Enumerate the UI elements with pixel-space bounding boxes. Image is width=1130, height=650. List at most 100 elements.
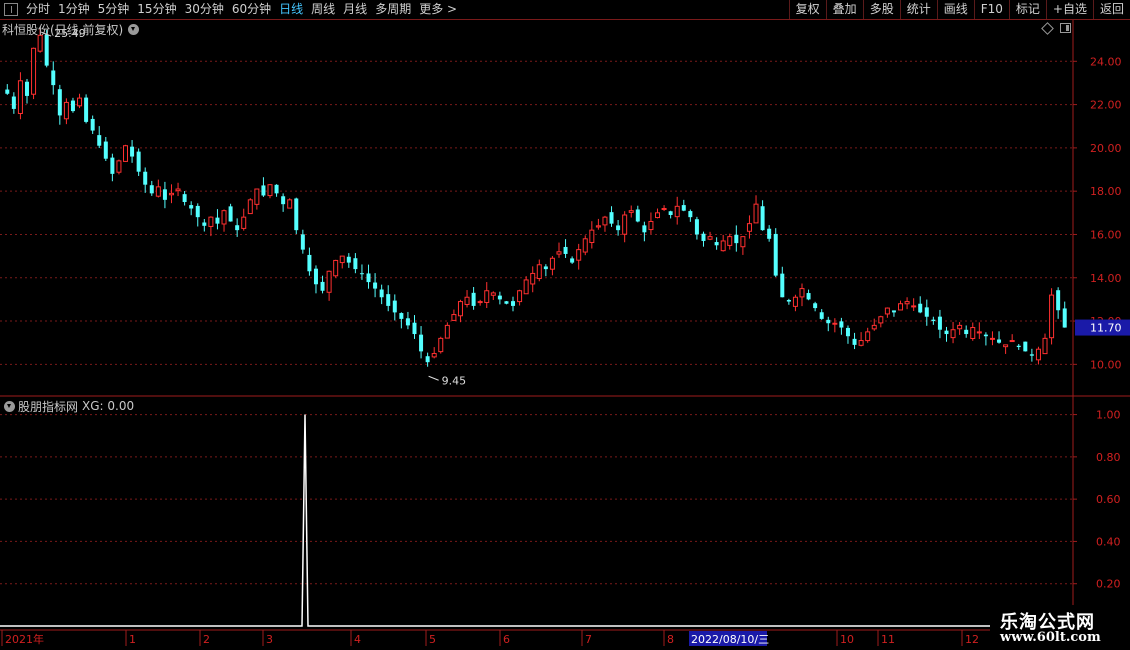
candle-body (767, 228, 772, 239)
candle-body (235, 225, 240, 231)
toolbar-button[interactable]: 统计 (899, 0, 937, 19)
candle-body (300, 234, 305, 250)
candle-body (241, 216, 247, 229)
indicator-tick-label: 1.00 (1096, 409, 1121, 422)
period-tab[interactable]: 日线 (275, 0, 307, 19)
period-tab[interactable]: 周线 (307, 0, 339, 19)
candle-body (123, 145, 129, 162)
candle-body (760, 206, 765, 231)
candle-body (852, 338, 857, 345)
candle-body (281, 196, 286, 205)
time-tick-label: 10 (840, 633, 854, 646)
candle-body (1003, 344, 1009, 348)
candle-body (570, 258, 575, 263)
candle-body (254, 188, 260, 205)
toolbar-button[interactable]: 复权 (788, 0, 826, 19)
toolbar-button[interactable]: +自选 (1045, 0, 1093, 19)
candle-body (431, 353, 437, 358)
candle-body (215, 217, 220, 224)
candle-body (287, 199, 293, 209)
price-tick-label: 20.00 (1090, 142, 1122, 155)
period-tab[interactable]: 月线 (339, 0, 371, 19)
candle-body (412, 322, 417, 335)
candle-body (792, 296, 798, 307)
toolbar-button[interactable]: F10 (973, 0, 1009, 19)
candle-body (1023, 341, 1028, 352)
candle-body (484, 290, 490, 303)
candle-body (84, 97, 89, 122)
candle-body (90, 118, 95, 131)
candle-body (274, 184, 279, 194)
candle-body (386, 294, 391, 306)
candle-body (399, 313, 404, 319)
candle-body (130, 146, 135, 157)
toolbar-button[interactable]: 多股 (862, 0, 900, 19)
toolbar-button[interactable]: 画线 (936, 0, 974, 19)
period-tab[interactable]: 60分钟 (228, 0, 275, 19)
candle-body (247, 199, 253, 215)
toolbar-button[interactable]: 叠加 (825, 0, 863, 19)
time-tick-label: 7 (585, 633, 592, 646)
candle-body (642, 225, 647, 233)
candle-body (871, 324, 877, 330)
candle-body (346, 256, 351, 263)
candle-body (116, 160, 122, 173)
candle-body (720, 240, 726, 252)
toolbar-button[interactable]: 返回 (1092, 0, 1130, 19)
period-tab[interactable]: 15分钟 (133, 0, 180, 19)
candle-body (530, 272, 536, 285)
candle-body (563, 246, 568, 254)
candle-body (740, 236, 746, 248)
time-tick-label: 2 (203, 633, 210, 646)
candle-body (799, 288, 805, 298)
price-tick-label: 18.00 (1090, 185, 1122, 198)
candle-body (970, 327, 976, 339)
time-tick-label: 3 (266, 633, 273, 646)
candle-body (668, 211, 673, 215)
stock-title: 科恒股份(日线,前复权) (2, 22, 124, 37)
candle-body (1056, 290, 1061, 311)
candle-body (924, 307, 929, 317)
period-tab[interactable]: 更多 > (415, 0, 461, 19)
chevron-down-icon[interactable] (128, 23, 140, 35)
toolbar-button[interactable]: 标记 (1008, 0, 1046, 19)
candle-body (898, 303, 904, 311)
period-tab[interactable]: 1分钟 (54, 0, 94, 19)
candle-body (504, 301, 509, 304)
candle-body (444, 324, 450, 339)
chart-canvas[interactable]: 24.0022.0020.0018.0016.0014.0012.0010.00… (0, 20, 1130, 650)
candle-body (865, 331, 871, 342)
candle-body (845, 327, 850, 337)
period-tab[interactable]: 5分钟 (94, 0, 134, 19)
candle-body (556, 251, 562, 255)
candle-body (523, 279, 529, 295)
candle-body (419, 334, 424, 352)
candle-body (983, 334, 988, 337)
candle-body (536, 264, 542, 280)
candle-body (103, 141, 108, 159)
period-tab[interactable]: 分时 (22, 0, 54, 19)
candle-body (24, 81, 29, 96)
candle-body (832, 322, 838, 325)
candle-body (497, 295, 502, 300)
candle-body (339, 255, 345, 264)
period-tab[interactable]: 30分钟 (181, 0, 228, 19)
cursor-date-label: 2022/08/10/三 (691, 633, 769, 646)
candle-body (333, 259, 339, 277)
candle-body (379, 289, 384, 298)
candle-body (753, 203, 759, 224)
last-price-label: 11.70 (1090, 322, 1122, 335)
candle-body (839, 321, 844, 328)
toolbar: 分时 1分钟 5分钟 15分钟 30分钟 60分钟 日线 周线 月线 多周期 更多 > 复权 叠加 多股… (0, 0, 1130, 20)
candle-body (405, 318, 410, 326)
candle-body (589, 229, 595, 243)
period-tab[interactable]: 多周期 (371, 0, 415, 19)
candle-body (294, 198, 299, 231)
chevron-down-icon[interactable] (4, 400, 15, 412)
panel-layout-icon[interactable] (1060, 23, 1071, 33)
candle-body (734, 234, 739, 244)
candle-body (464, 296, 470, 305)
candle-body (648, 220, 654, 231)
panel-toggle-icon[interactable] (4, 3, 18, 16)
candle-body (221, 210, 227, 225)
